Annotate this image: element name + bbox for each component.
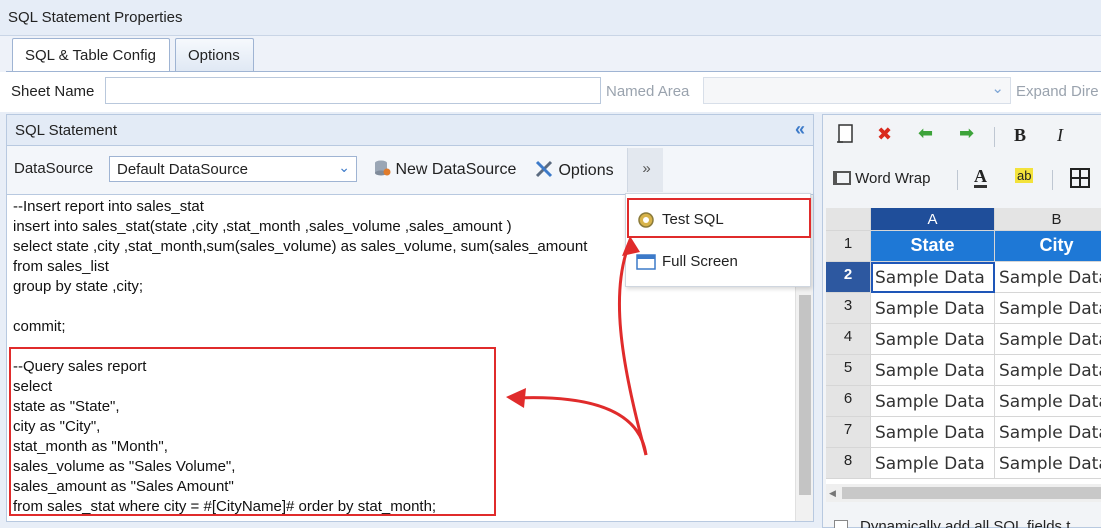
data-cell[interactable]: Sample Data [995, 417, 1101, 448]
row-header[interactable]: 1 [826, 231, 871, 262]
borders-icon[interactable] [1070, 168, 1090, 193]
chevron-down-icon: ⌄ [338, 159, 350, 175]
toolbar-separator [957, 170, 958, 190]
more-tools-button[interactable]: » [627, 148, 663, 192]
row-header[interactable]: 4 [826, 324, 871, 355]
word-wrap-button[interactable]: Word Wrap [833, 170, 930, 187]
tab-options[interactable]: Options [175, 38, 254, 72]
test-sql-highlight-box [627, 198, 811, 238]
sheet-settings-row: Sheet Name Named Area ⌄ Expand Dire [0, 72, 1101, 112]
collapse-left-icon[interactable]: « [795, 119, 805, 140]
chevron-down-icon: ⌄ [991, 80, 1004, 97]
row-header[interactable]: 6 [826, 386, 871, 417]
data-cell[interactable]: Sample Data [871, 417, 995, 448]
query-highlight-box [9, 347, 496, 516]
tab-sql-table-config[interactable]: SQL & Table Config [12, 38, 170, 73]
arrow-right-icon[interactable]: ➡ [959, 123, 974, 144]
tab-label: Options [188, 47, 240, 64]
highlight-icon[interactable]: ab [1015, 168, 1034, 183]
data-cell[interactable]: Sample Data [995, 293, 1101, 324]
row-header[interactable]: 3 [826, 293, 871, 324]
code-line: group by state ,city; [13, 278, 144, 295]
datasource-label: DataSource [14, 160, 94, 177]
delete-icon[interactable]: ✖ [877, 124, 892, 145]
toolbar-separator [994, 127, 995, 147]
row-header[interactable]: 8 [826, 448, 871, 479]
full-screen-menu-item[interactable]: Full Screen [626, 242, 810, 282]
column-header-a[interactable]: A [871, 208, 995, 231]
word-wrap-label: Word Wrap [855, 170, 931, 187]
new-datasource-label: New DataSource [395, 161, 517, 178]
data-cell[interactable]: Sample Data [995, 448, 1101, 479]
row-header[interactable]: 2 [826, 262, 871, 293]
arrow-left-icon[interactable]: ⬅ [918, 123, 933, 144]
data-cell[interactable]: Sample Data [995, 386, 1101, 417]
toolbar-separator [1052, 170, 1053, 190]
corner-cell[interactable] [826, 208, 871, 231]
sql-panel-title: SQL Statement [15, 122, 117, 139]
wrap-icon [833, 171, 851, 185]
row-header[interactable]: 7 [826, 417, 871, 448]
options-label: Options [558, 162, 614, 179]
bold-button[interactable]: B [1014, 125, 1026, 146]
row-header[interactable]: 5 [826, 355, 871, 386]
new-datasource-button[interactable]: New DataSource [373, 159, 516, 179]
window-icon [636, 254, 656, 270]
data-cell[interactable]: Sample Data [995, 324, 1101, 355]
code-line: insert into sales_stat(state ,city ,stat… [13, 218, 512, 235]
database-icon [375, 160, 391, 176]
data-cell[interactable]: Sample Data [871, 355, 995, 386]
italic-button[interactable]: I [1057, 125, 1063, 146]
expand-direction-label: Expand Dire [1016, 83, 1099, 100]
data-cell[interactable]: Sample Data [871, 324, 995, 355]
options-button[interactable]: Options [534, 159, 614, 180]
data-cell[interactable]: Sample Data [995, 262, 1101, 293]
editor-scroll-thumb[interactable] [799, 295, 811, 495]
window-title: SQL Statement Properties [8, 9, 183, 26]
insert-icon[interactable] [836, 124, 854, 149]
data-cell[interactable]: Sample Data [871, 448, 995, 479]
grid-scroll-thumb[interactable] [842, 487, 1101, 499]
data-cell[interactable]: Sample Data [871, 293, 995, 324]
code-line: select state ,city ,stat_month,sum(sales… [13, 238, 588, 255]
window-titlebar: SQL Statement Properties [0, 0, 1101, 36]
data-cell[interactable]: Sample Data [995, 355, 1101, 386]
sheet-name-label: Sheet Name [11, 83, 95, 100]
named-area-label: Named Area [606, 83, 690, 100]
code-line: --Insert report into sales_stat [13, 198, 204, 215]
header-cell[interactable]: State [871, 231, 995, 262]
datasource-toolbar: DataSource Default DataSource ⌄ New Data… [6, 146, 814, 194]
dynamic-fields-checkbox[interactable] [834, 520, 848, 528]
sheet-grid[interactable]: A B 1 State City 2 Sample Data Sample Data 3 Sa… [826, 208, 1101, 486]
tab-bar: SQL & Table Config Options [0, 36, 1101, 73]
tab-label: SQL & Table Config [25, 47, 156, 64]
sheet-name-input[interactable] [105, 77, 601, 104]
full-screen-label: Full Screen [662, 253, 738, 270]
datasource-select[interactable]: Default DataSource ⌄ [109, 156, 357, 182]
column-header-b[interactable]: B [995, 208, 1101, 231]
code-line: commit; [13, 318, 66, 335]
code-line: from sales_list [13, 258, 109, 275]
data-cell[interactable]: Sample Data [871, 386, 995, 417]
header-cell[interactable]: City [995, 231, 1101, 262]
datasource-value: Default DataSource [117, 161, 248, 178]
sql-panel-header: SQL Statement « [6, 114, 814, 146]
tools-icon [535, 160, 553, 178]
grid-horizontal-scrollbar[interactable]: ◀ [826, 484, 1101, 502]
dynamic-fields-label: Dynamically add all SQL fields t [860, 518, 1071, 528]
named-area-select[interactable]: ⌄ [703, 77, 1011, 104]
data-cell[interactable]: Sample Data [871, 262, 995, 293]
scroll-left-icon[interactable]: ◀ [829, 488, 836, 499]
font-color-icon[interactable]: A [974, 167, 987, 188]
